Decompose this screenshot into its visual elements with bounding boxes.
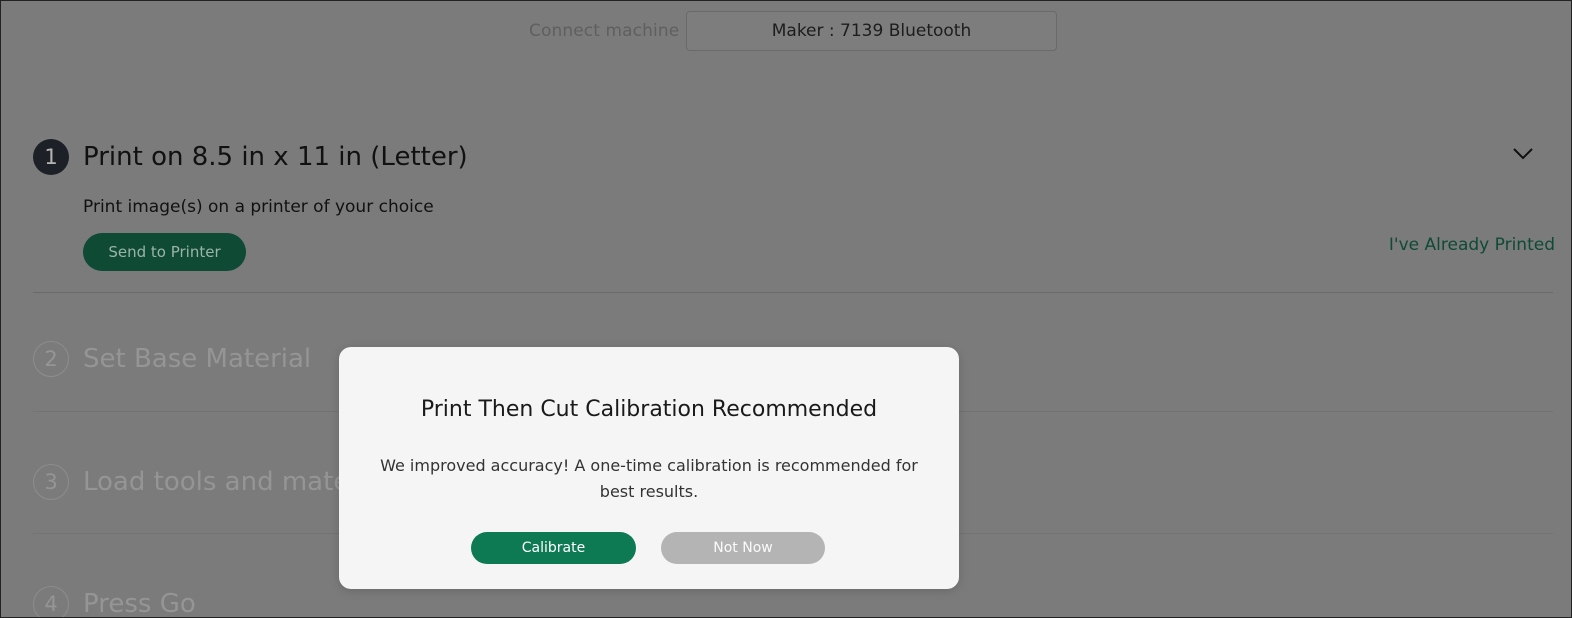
chevron-down-icon[interactable] bbox=[1511, 145, 1535, 163]
step-3-title: Load tools and mate bbox=[83, 467, 350, 497]
step-1-description: Print image(s) on a printer of your choi… bbox=[83, 197, 434, 217]
modal-message: We improved accuracy! A one-time calibra… bbox=[380, 456, 918, 501]
step-1-title: Print on 8.5 in x 11 in (Letter) bbox=[83, 142, 468, 172]
modal-title: Print Then Cut Calibration Recommended bbox=[420, 397, 878, 422]
machine-selector[interactable]: Maker : 7139 Bluetooth bbox=[686, 11, 1057, 51]
step-4-title: Press Go bbox=[83, 589, 196, 618]
step-1-number: 1 bbox=[33, 139, 69, 175]
not-now-button[interactable]: Not Now bbox=[661, 532, 825, 564]
step-divider bbox=[33, 292, 1553, 293]
calibrate-button[interactable]: Calibrate bbox=[471, 532, 636, 564]
step-2-number: 2 bbox=[33, 341, 69, 377]
step-4-number: 4 bbox=[33, 586, 69, 617]
connect-machine-label: Connect machine bbox=[529, 21, 680, 41]
step-2-title: Set Base Material bbox=[83, 344, 312, 374]
print-then-cut-screen: Connect machine Maker : 7139 Bluetooth 1… bbox=[0, 0, 1572, 618]
send-to-printer-button[interactable]: Send to Printer bbox=[83, 233, 246, 271]
calibration-modal: Print Then Cut Calibration Recommended W… bbox=[339, 347, 959, 589]
step-3-number: 3 bbox=[33, 464, 69, 500]
already-printed-link[interactable]: I've Already Printed bbox=[1389, 235, 1555, 255]
